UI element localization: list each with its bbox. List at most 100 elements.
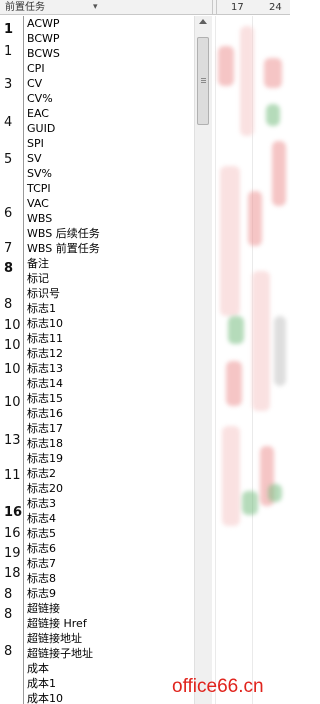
gantt-bar bbox=[248, 191, 262, 246]
header-divider bbox=[216, 0, 217, 15]
grip-line bbox=[201, 80, 206, 81]
timescale-day-24: 24 bbox=[269, 2, 282, 13]
dropdown-option[interactable]: 标志15 bbox=[27, 391, 63, 406]
predecessor-value: 10 bbox=[4, 318, 21, 333]
predecessor-value: 7 bbox=[4, 241, 13, 256]
header-divider bbox=[212, 0, 213, 15]
predecessor-value: 13 bbox=[4, 433, 21, 448]
dropdown-option[interactable]: 标志4 bbox=[27, 511, 56, 526]
predecessor-value: 8 bbox=[4, 261, 14, 276]
dropdown-option[interactable]: 标志7 bbox=[27, 556, 56, 571]
dropdown-option[interactable]: BCWP bbox=[27, 31, 60, 46]
gantt-chart-area bbox=[212, 16, 290, 704]
gantt-bar bbox=[228, 316, 244, 344]
dropdown-option[interactable]: 标志17 bbox=[27, 421, 63, 436]
dropdown-option[interactable]: 标识号 bbox=[27, 286, 60, 301]
dropdown-option[interactable]: EAC bbox=[27, 106, 49, 121]
dropdown-option[interactable]: ACWP bbox=[27, 16, 60, 31]
dropdown-option[interactable]: 标志8 bbox=[27, 571, 56, 586]
gantt-bar bbox=[218, 46, 234, 86]
dropdown-option[interactable]: WBS bbox=[27, 211, 52, 226]
gantt-bar bbox=[252, 271, 270, 411]
gantt-gridline bbox=[215, 16, 216, 704]
dropdown-option[interactable]: WBS 后续任务 bbox=[27, 226, 100, 241]
dropdown-option[interactable]: SV% bbox=[27, 166, 52, 181]
dropdown-option[interactable]: 标志20 bbox=[27, 481, 63, 496]
dropdown-option[interactable]: 备注 bbox=[27, 256, 49, 271]
dropdown-option[interactable]: 标记 bbox=[27, 271, 49, 286]
predecessor-value: 6 bbox=[4, 206, 13, 221]
dropdown-option[interactable]: SV bbox=[27, 151, 42, 166]
predecessor-value: 4 bbox=[4, 115, 13, 130]
gantt-bar bbox=[272, 141, 286, 206]
grip-line bbox=[201, 82, 206, 83]
predecessor-value: 8 bbox=[4, 297, 13, 312]
predecessor-value: 8 bbox=[4, 607, 13, 622]
dropdown-option[interactable]: 成本1 bbox=[27, 676, 56, 691]
dropdown-option[interactable]: 标志1 bbox=[27, 301, 56, 316]
dropdown-option[interactable]: 标志11 bbox=[27, 331, 63, 346]
predecessor-values-column: 1 1 3 4 5 6 7 8 8 10 10 10 10 13 11 16 16 19 18 8 8 8 bbox=[0, 16, 23, 704]
gantt-bar bbox=[274, 316, 286, 386]
dropdown-option[interactable]: GUID bbox=[27, 121, 55, 136]
dropdown-option[interactable]: 标志3 bbox=[27, 496, 56, 511]
predecessor-value: 18 bbox=[4, 566, 21, 581]
predecessor-value: 10 bbox=[4, 395, 21, 410]
predecessor-value: 19 bbox=[4, 546, 21, 561]
chevron-down-icon[interactable]: ▾ bbox=[93, 1, 98, 14]
dropdown-option[interactable]: 标志10 bbox=[27, 316, 63, 331]
gantt-bar bbox=[220, 166, 240, 316]
dropdown-option[interactable]: 超链接 bbox=[27, 601, 60, 616]
field-name-dropdown-list[interactable]: ACWP BCWP BCWS CPI CV CV% EAC GUID SPI SV SV% TCPI V… bbox=[23, 16, 212, 704]
dropdown-option[interactable]: CV% bbox=[27, 91, 53, 106]
dropdown-option[interactable]: 成本10 bbox=[27, 691, 63, 704]
dropdown-option[interactable]: CV bbox=[27, 76, 42, 91]
watermark-text: office66.cn bbox=[172, 676, 264, 697]
predecessor-value: 1 bbox=[4, 22, 14, 37]
predecessors-column-header[interactable]: 前置任务 bbox=[5, 0, 45, 15]
column-header-row: 前置任务 ▾ 17 24 bbox=[0, 0, 290, 15]
predecessor-value: 8 bbox=[4, 644, 13, 659]
dropdown-option[interactable]: SPI bbox=[27, 136, 44, 151]
predecessor-value: 3 bbox=[4, 77, 13, 92]
gantt-bar bbox=[242, 491, 258, 515]
dropdown-option[interactable]: 超链接子地址 bbox=[27, 646, 93, 661]
dropdown-option[interactable]: 标志13 bbox=[27, 361, 63, 376]
dropdown-scrollbar[interactable] bbox=[194, 16, 212, 704]
grip-line bbox=[201, 78, 206, 79]
dropdown-option[interactable]: 标志2 bbox=[27, 466, 56, 481]
predecessor-value: 10 bbox=[4, 362, 21, 377]
predecessor-value: 16 bbox=[4, 505, 23, 520]
predecessor-value: 1 bbox=[4, 44, 13, 59]
dropdown-option[interactable]: TCPI bbox=[27, 181, 51, 196]
dropdown-option[interactable]: BCWS bbox=[27, 46, 60, 61]
dropdown-option[interactable]: VAC bbox=[27, 196, 49, 211]
gantt-bar bbox=[264, 58, 282, 88]
dropdown-option[interactable]: 标志14 bbox=[27, 376, 63, 391]
timescale-day-17: 17 bbox=[231, 2, 244, 13]
predecessor-value: 10 bbox=[4, 338, 21, 353]
dropdown-option[interactable]: 标志5 bbox=[27, 526, 56, 541]
dropdown-option[interactable]: CPI bbox=[27, 61, 45, 76]
dropdown-option[interactable]: 标志6 bbox=[27, 541, 56, 556]
scroll-up-arrow-icon[interactable] bbox=[199, 19, 207, 24]
dropdown-option[interactable]: 成本 bbox=[27, 661, 49, 676]
predecessor-value: 11 bbox=[4, 468, 21, 483]
dropdown-option[interactable]: 标志9 bbox=[27, 586, 56, 601]
dropdown-option[interactable]: 标志12 bbox=[27, 346, 63, 361]
predecessor-value: 8 bbox=[4, 587, 13, 602]
dropdown-option[interactable]: WBS 前置任务 bbox=[27, 241, 100, 256]
gantt-bar bbox=[268, 484, 282, 502]
dropdown-option[interactable]: 标志18 bbox=[27, 436, 63, 451]
dropdown-option[interactable]: 标志16 bbox=[27, 406, 63, 421]
gantt-bar bbox=[222, 426, 240, 526]
predecessor-value: 5 bbox=[4, 152, 13, 167]
dropdown-option[interactable]: 超链接地址 bbox=[27, 631, 82, 646]
dropdown-option[interactable]: 超链接 Href bbox=[27, 616, 87, 631]
predecessor-value: 16 bbox=[4, 526, 21, 541]
gantt-bar bbox=[240, 26, 254, 136]
gantt-bar bbox=[266, 104, 280, 126]
dropdown-option[interactable]: 标志19 bbox=[27, 451, 63, 466]
scrollbar-thumb[interactable] bbox=[197, 37, 209, 125]
gantt-bar bbox=[226, 361, 242, 406]
